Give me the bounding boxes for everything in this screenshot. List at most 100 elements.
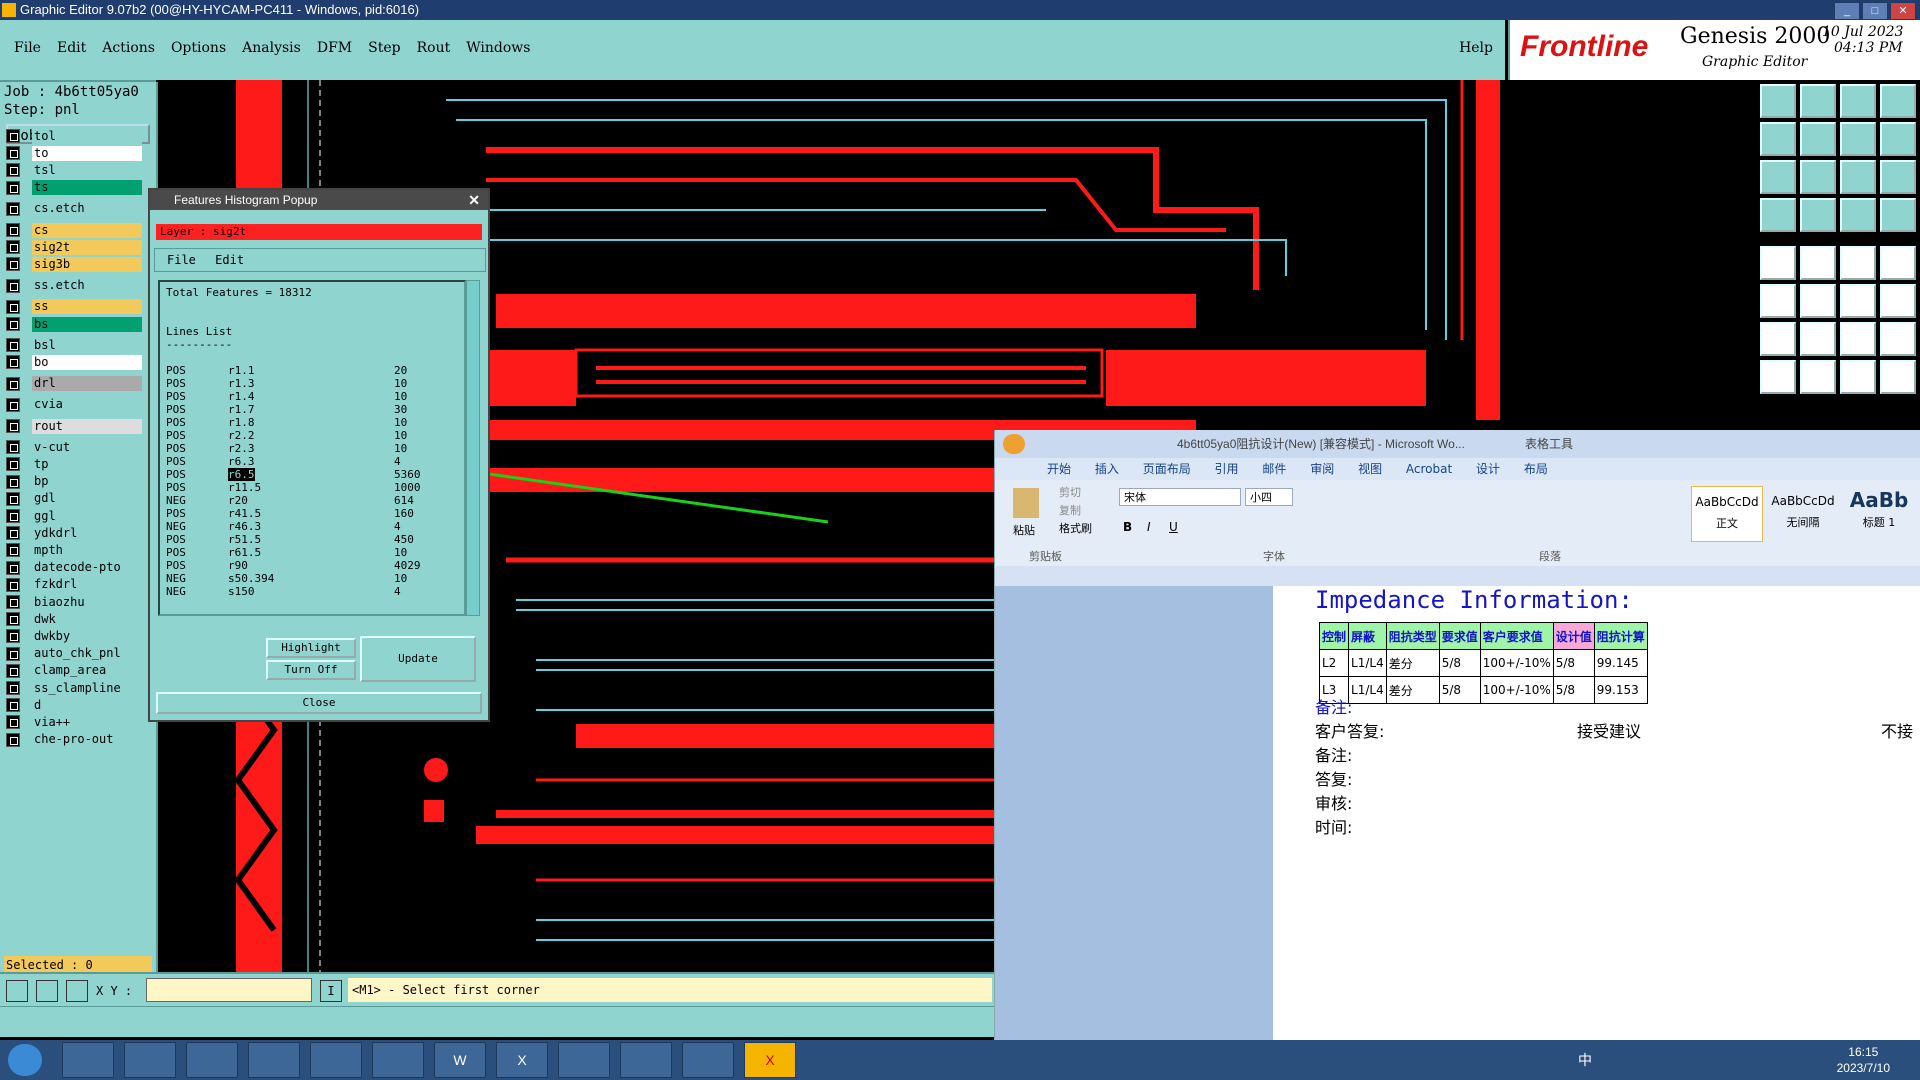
- layer-row-ts[interactable]: ts: [6, 180, 142, 196]
- tool-button-30[interactable]: [1800, 360, 1836, 394]
- tool-button-18[interactable]: [1800, 246, 1836, 280]
- menu-actions[interactable]: Actions: [102, 40, 155, 56]
- layer-checkbox[interactable]: [6, 317, 20, 331]
- taskbar-word-icon[interactable]: W: [434, 1042, 486, 1078]
- layer-checkbox[interactable]: [6, 474, 20, 489]
- layer-checkbox[interactable]: [6, 278, 20, 293]
- list-item[interactable]: NEG s50.394 10: [166, 572, 456, 585]
- layer-name[interactable]: tp: [32, 456, 142, 472]
- menu-rout[interactable]: Rout: [417, 40, 451, 56]
- menu-windows[interactable]: Windows: [466, 40, 530, 56]
- list-item[interactable]: POS r1.1 20: [166, 364, 456, 377]
- format-painter-button[interactable]: 格式刷: [1059, 520, 1092, 536]
- layer-name[interactable]: mpth: [32, 542, 142, 558]
- layer-checkbox[interactable]: [6, 612, 20, 627]
- paste-label[interactable]: 粘贴: [1013, 522, 1035, 538]
- layer-row-auto_chk_pnl[interactable]: auto_chk_pnl: [6, 646, 142, 662]
- layer-name[interactable]: to: [32, 145, 142, 161]
- list-item[interactable]: POS r1.4 10: [166, 390, 456, 403]
- tool-button-17[interactable]: [1760, 246, 1796, 280]
- close-button[interactable]: ✕: [1890, 2, 1916, 20]
- taskbar-app-1-icon[interactable]: [62, 1042, 114, 1078]
- menu-dfm[interactable]: DFM: [317, 40, 352, 56]
- layer-row-bo[interactable]: bo: [6, 354, 142, 370]
- minimize-button[interactable]: _: [1834, 2, 1860, 20]
- close-button-popup[interactable]: Close: [156, 692, 482, 714]
- layer-checkbox[interactable]: [6, 299, 20, 314]
- layer-row-d[interactable]: d: [6, 697, 142, 713]
- table-cell[interactable]: L1/L4: [1348, 676, 1387, 704]
- layer-name[interactable]: ss: [32, 299, 142, 315]
- tab-home[interactable]: 开始: [1047, 458, 1071, 480]
- tool-button-7[interactable]: [1840, 122, 1876, 156]
- table-cell[interactable]: 5/8: [1552, 649, 1595, 677]
- taskbar-excel-icon[interactable]: X: [496, 1042, 548, 1078]
- tool-button-8[interactable]: [1880, 122, 1916, 156]
- layer-checkbox[interactable]: [6, 509, 20, 523]
- tab-view[interactable]: 视图: [1358, 458, 1382, 480]
- popup-close-icon[interactable]: ✕: [468, 190, 480, 210]
- layer-name[interactable]: sig3b: [32, 256, 142, 272]
- list-item[interactable]: POS r6.3 4: [166, 455, 456, 468]
- layer-row-drl[interactable]: drl: [6, 376, 142, 392]
- font-name-select[interactable]: 宋体: [1119, 488, 1241, 506]
- table-cell[interactable]: 5/8: [1438, 649, 1481, 677]
- underline-button[interactable]: U: [1169, 520, 1178, 534]
- layer-name[interactable]: bsl: [32, 337, 142, 353]
- list-item[interactable]: POS r1.7 30: [166, 403, 456, 416]
- turn-off-button[interactable]: Turn Off: [266, 660, 356, 680]
- layer-name[interactable]: ss.etch: [32, 278, 142, 294]
- layer-row-v-cut[interactable]: v-cut: [6, 439, 142, 455]
- layer-checkbox[interactable]: [6, 577, 20, 592]
- table-cell[interactable]: 99.145: [1593, 649, 1648, 677]
- layer-row-cs[interactable]: cs: [6, 222, 142, 238]
- layer-row-cs.etch[interactable]: cs.etch: [6, 201, 142, 217]
- maximize-button[interactable]: □: [1862, 2, 1888, 20]
- tab-review[interactable]: 审阅: [1310, 458, 1334, 480]
- taskbar-app-5-icon[interactable]: [310, 1042, 362, 1078]
- layer-row-tol[interactable]: tol: [6, 128, 142, 144]
- table-cell[interactable]: 5/8: [1552, 676, 1595, 704]
- layer-checkbox[interactable]: [6, 419, 20, 433]
- list-item[interactable]: POS r61.5 10: [166, 546, 456, 559]
- table-cell[interactable]: 差分: [1385, 649, 1440, 677]
- bold-button[interactable]: B: [1123, 520, 1132, 534]
- tool-button-16[interactable]: [1880, 198, 1916, 232]
- tool-button-1[interactable]: [1760, 84, 1796, 118]
- tab-design[interactable]: 设计: [1476, 458, 1500, 480]
- layer-row-gdl[interactable]: gdl: [6, 491, 142, 507]
- taskbar-pdf-icon[interactable]: [558, 1042, 610, 1078]
- tool-button-22[interactable]: [1800, 284, 1836, 318]
- update-button[interactable]: Update: [360, 636, 476, 682]
- layer-row-ss.etch[interactable]: ss.etch: [6, 278, 142, 294]
- italic-button[interactable]: I: [1147, 520, 1151, 534]
- layer-row-sig3b[interactable]: sig3b: [6, 256, 142, 272]
- layer-checkbox[interactable]: [6, 715, 20, 730]
- tool-button-5[interactable]: [1760, 122, 1796, 156]
- layer-checkbox[interactable]: [6, 146, 20, 161]
- cut-button[interactable]: 剪切: [1059, 484, 1081, 500]
- layer-name[interactable]: d: [32, 697, 142, 713]
- list-item[interactable]: POS r51.5 450: [166, 533, 456, 546]
- impedance-table[interactable]: 控制 屏蔽 阻抗类型 要求值 客户要求值 设计值 阻抗计算 L2 L1/L4 差分 5/8 100+…: [1318, 622, 1648, 704]
- font-size-select[interactable]: 小四: [1245, 488, 1293, 506]
- layer-row-bs[interactable]: bs: [6, 316, 142, 332]
- layer-name[interactable]: gdl: [32, 491, 142, 507]
- tool-button-13[interactable]: [1760, 198, 1796, 232]
- layer-row-ss[interactable]: ss: [6, 299, 142, 315]
- highlight-button[interactable]: Highlight: [266, 638, 356, 658]
- tool-button-10[interactable]: [1800, 160, 1836, 194]
- tool-button-6[interactable]: [1800, 122, 1836, 156]
- layer-checkbox[interactable]: [6, 732, 20, 747]
- taskbar-app-2-icon[interactable]: [124, 1042, 176, 1078]
- office-button-icon[interactable]: [1003, 434, 1025, 454]
- taskbar-app-10-icon[interactable]: [620, 1042, 672, 1078]
- layer-name[interactable]: drl: [32, 376, 142, 392]
- style-no-spacing[interactable]: AaBbCcDd 无间隔: [1767, 486, 1839, 542]
- layer-row-ggl[interactable]: ggl: [6, 508, 142, 524]
- layer-name[interactable]: v-cut: [32, 439, 142, 455]
- measure-icon[interactable]: [36, 980, 58, 1002]
- menu-options[interactable]: Options: [171, 40, 226, 56]
- layer-checkbox[interactable]: [6, 526, 20, 541]
- layer-name[interactable]: dwkby: [32, 628, 142, 644]
